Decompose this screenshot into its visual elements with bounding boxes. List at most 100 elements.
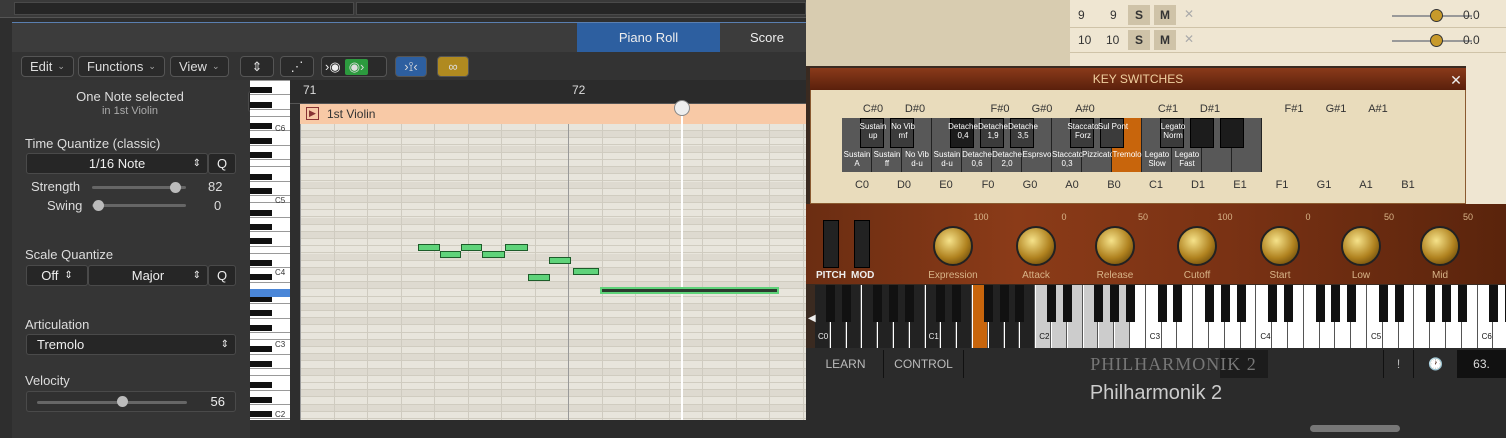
keyboard-black-key[interactable] [825, 285, 835, 322]
clock-icon[interactable]: 🕐 [1414, 350, 1458, 378]
functions-menu[interactable]: Functions ⌄ [78, 56, 165, 77]
knob-low[interactable] [1341, 226, 1381, 266]
knob-attack[interactable] [1016, 226, 1056, 266]
key-switch-black-key[interactable]: Detache 3,5 [1008, 118, 1038, 148]
midi-note-selected[interactable] [600, 287, 779, 294]
control-button[interactable]: CONTROL [884, 350, 964, 378]
mute-button[interactable]: M [1154, 5, 1176, 25]
articulation-select[interactable]: Tremolo ⇕ [26, 334, 236, 355]
black-key[interactable] [250, 310, 272, 317]
collapse-button[interactable]: ⇕ [240, 56, 274, 77]
midi-note[interactable] [549, 257, 571, 264]
catch-button[interactable]: ›⟟‹ [395, 56, 427, 77]
knob-mid[interactable] [1420, 226, 1460, 266]
solo-button[interactable]: S [1128, 30, 1150, 50]
knob-cutoff[interactable] [1177, 226, 1217, 266]
tab-score[interactable]: Score [722, 23, 812, 52]
region-header[interactable]: ▶ 1st Violin [300, 104, 810, 124]
time-quantize-select[interactable]: 1/16 Note ⇕ [26, 153, 208, 174]
key-switch-black-key[interactable]: Sustain up [860, 118, 886, 148]
key-switch-black-key[interactable]: Staccato Forz [1067, 118, 1099, 148]
keyboard-black-key[interactable] [1268, 285, 1278, 322]
black-key[interactable] [250, 382, 272, 389]
black-key[interactable] [250, 188, 272, 194]
black-key[interactable] [250, 137, 272, 144]
keyboard-black-key[interactable] [1094, 285, 1104, 322]
mod-wheel[interactable] [854, 220, 870, 268]
key-switch-black-key[interactable]: Sul Pont [1098, 118, 1128, 148]
keyboard-black-key[interactable] [1110, 285, 1120, 322]
pitch-wheel[interactable] [823, 220, 839, 268]
black-key[interactable] [250, 274, 272, 281]
alert-button[interactable]: ! [1384, 350, 1414, 378]
keyboard-black-key[interactable] [1315, 285, 1325, 322]
keyboard-black-key[interactable] [1157, 285, 1167, 322]
midi-note[interactable] [505, 244, 528, 251]
black-key[interactable] [250, 260, 272, 266]
link-button[interactable]: ∞ [437, 56, 469, 77]
black-key[interactable] [250, 173, 272, 180]
tab-piano-roll[interactable]: Piano Roll [577, 23, 720, 52]
keyboard-black-key[interactable] [999, 285, 1009, 322]
keyboard-black-key[interactable] [1347, 285, 1357, 322]
black-key[interactable] [250, 324, 272, 331]
key-switch-black-key[interactable]: Legato Norm [1160, 118, 1185, 148]
swing-slider-knob[interactable] [93, 200, 104, 211]
midi-note[interactable] [440, 251, 461, 258]
swing-slider[interactable] [92, 204, 186, 207]
velocity-slider-knob[interactable] [117, 396, 128, 407]
black-key[interactable] [250, 360, 272, 367]
keyboard-black-key[interactable] [1126, 285, 1135, 322]
edit-menu[interactable]: Edit ⌄ [21, 56, 74, 77]
keyboard-black-key[interactable] [983, 285, 993, 322]
black-key[interactable] [250, 87, 272, 94]
keyboard-black-key[interactable] [1378, 285, 1388, 322]
keyboard-black-key[interactable] [1331, 285, 1341, 322]
playhead[interactable] [681, 104, 683, 420]
plugin-keyboard[interactable]: C0 C1 C2 C3 C4 C5 C6 [815, 285, 1506, 348]
scale-quantize-q-button[interactable]: Q [208, 265, 236, 286]
mute-button[interactable]: M [1154, 30, 1176, 50]
remove-icon[interactable]: ✕ [1184, 32, 1194, 46]
scale-root-select[interactable]: Off ⇕ [26, 265, 88, 286]
keyboard-black-key[interactable] [952, 285, 962, 322]
black-key[interactable] [250, 209, 272, 216]
remove-icon[interactable]: ✕ [1184, 7, 1194, 21]
keyboard-black-key[interactable] [1457, 285, 1467, 322]
keyboard-black-key[interactable] [1236, 285, 1246, 322]
keyboard-black-key[interactable] [873, 285, 883, 322]
key-switch-black-key[interactable]: Detache 0,4 [948, 118, 978, 148]
midi-in-button[interactable]: ›◉ ◉› [321, 56, 387, 77]
knob-expression[interactable] [933, 226, 973, 266]
time-quantize-q-button[interactable]: Q [208, 153, 236, 174]
keyboard-black-key[interactable] [841, 285, 851, 322]
keyboard-black-key[interactable] [1205, 285, 1214, 322]
knob-release[interactable] [1095, 226, 1135, 266]
keyboard-black-key[interactable] [936, 285, 946, 322]
scale-type-select[interactable]: Major ⇕ [88, 265, 208, 286]
keyboard-black-key[interactable] [1426, 285, 1436, 322]
midi-note[interactable] [461, 244, 482, 251]
volume-knob[interactable] [1430, 9, 1443, 22]
volume-knob[interactable] [1430, 34, 1443, 47]
black-key[interactable] [250, 396, 272, 403]
black-key[interactable] [250, 123, 272, 130]
solo-button[interactable]: S [1128, 5, 1150, 25]
keyboard-black-key[interactable] [1394, 285, 1404, 322]
keyboard-left-arrow-icon[interactable]: ◀ [808, 313, 816, 324]
keyboard-black-key[interactable] [1284, 285, 1293, 322]
black-key[interactable] [250, 238, 272, 245]
view-menu[interactable]: View ⌄ [170, 56, 229, 77]
midi-note[interactable] [528, 274, 550, 281]
knob-start[interactable] [1260, 226, 1300, 266]
keyboard-black-key[interactable] [1442, 285, 1451, 322]
black-key[interactable] [250, 346, 272, 353]
midi-note[interactable] [573, 268, 599, 275]
keyboard-black-key[interactable] [1062, 285, 1072, 322]
horizontal-scrollbar[interactable] [300, 420, 810, 438]
black-key[interactable] [250, 411, 272, 418]
keyboard-black-key[interactable] [1173, 285, 1183, 322]
key-switch-black-key[interactable] [1220, 118, 1244, 148]
black-key[interactable] [250, 152, 272, 158]
key-switch-black-key[interactable]: Detache 1,9 [978, 118, 1008, 148]
